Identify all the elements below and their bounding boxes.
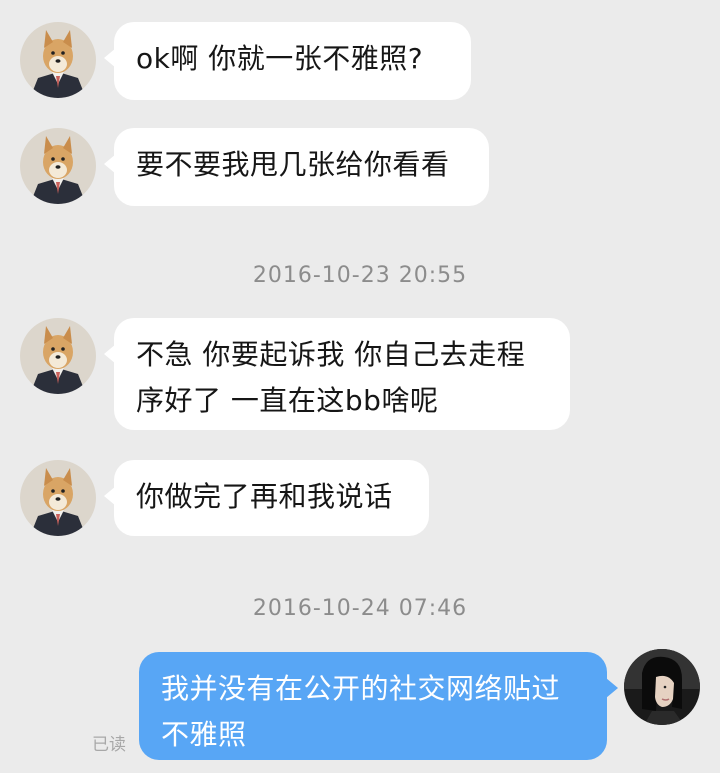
message-text-line: 我并没有在公开的社交网络贴过 <box>161 672 561 705</box>
outgoing-message-bubble[interactable]: 我并没有在公开的社交网络贴过 不雅照 <box>139 652 618 760</box>
message-text-line: 你做完了再和我说话 <box>136 480 393 513</box>
timestamp-divider: 2016-10-23 20:55 <box>252 263 468 288</box>
message-text-line: 不急 你要起诉我 你自己去走程 <box>136 338 526 371</box>
shiba-dog-avatar-icon[interactable] <box>20 318 96 394</box>
shiba-dog-avatar-icon[interactable] <box>20 460 96 536</box>
message-text-line: ok啊 你就一张不雅照? <box>136 42 424 75</box>
message-text-line: 序好了 一直在这bb啥呢 <box>136 384 439 417</box>
timestamp-divider: 2016-10-24 07:46 <box>252 596 468 621</box>
message-text-line: 要不要我甩几张给你看看 <box>136 148 450 181</box>
incoming-message-bubble[interactable]: 要不要我甩几张给你看看 <box>104 128 489 206</box>
shiba-dog-avatar-icon[interactable] <box>20 128 96 204</box>
incoming-message-bubble[interactable]: ok啊 你就一张不雅照? <box>104 22 471 100</box>
message-text-line: 不雅照 <box>161 718 247 751</box>
woman-portrait-avatar-icon[interactable] <box>624 649 700 725</box>
incoming-message-bubble[interactable]: 不急 你要起诉我 你自己去走程 序好了 一直在这bb啥呢 <box>104 318 570 430</box>
shiba-dog-avatar-icon[interactable] <box>20 22 96 98</box>
read-status-label: 已读 <box>92 735 126 755</box>
incoming-message-bubble[interactable]: 你做完了再和我说话 <box>104 460 429 536</box>
